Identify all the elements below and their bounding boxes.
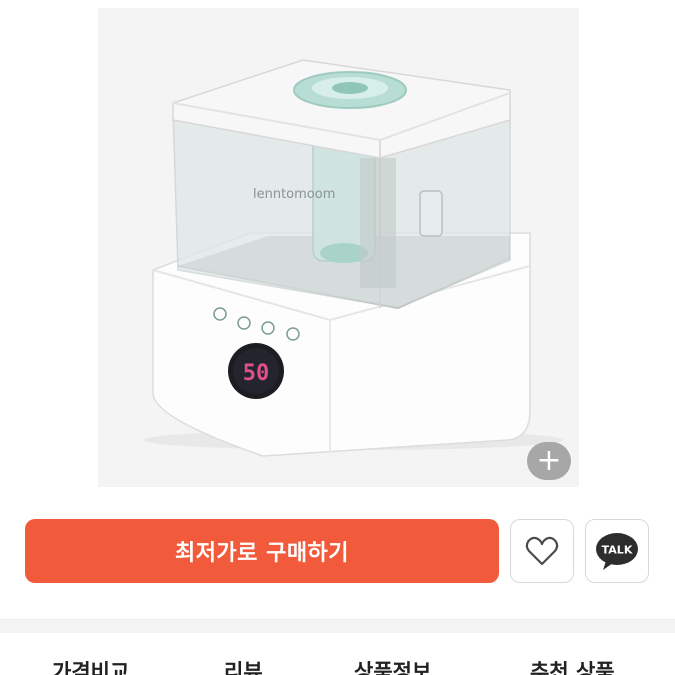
zoom-button[interactable]: + (527, 442, 571, 480)
tab-price-compare[interactable]: 가격비교 (52, 656, 129, 675)
section-divider (0, 619, 675, 633)
product-tabs: 가격비교 리뷰 상품정보 추천 상품 (0, 634, 675, 675)
product-image[interactable]: lenntomoom 50 (98, 8, 579, 487)
svg-text:lenntomoom: lenntomoom (253, 187, 335, 202)
talk-text: TALK (602, 544, 633, 557)
humidifier-illustration: lenntomoom 50 (143, 59, 563, 457)
wish-button[interactable] (510, 519, 574, 583)
buy-button-label: 최저가로 구매하기 (174, 541, 350, 566)
tab-product-info[interactable]: 상품정보 (354, 656, 431, 675)
kakao-talk-icon: TALK (596, 533, 638, 570)
buy-lowest-price-button[interactable]: 최저가로 구매하기 (25, 519, 499, 583)
device-display-readout: 50 (243, 361, 270, 386)
tab-recommended[interactable]: 추천 상품 (530, 656, 615, 675)
heart-icon (525, 536, 559, 566)
kakao-talk-share-button[interactable]: TALK (585, 519, 649, 583)
plus-icon: + (536, 443, 562, 478)
product-page: lenntomoom 50 + 최저가로 구매하기 TALK 가격비교 리뷰 상… (0, 0, 675, 675)
tab-reviews[interactable]: 리뷰 (224, 656, 263, 675)
